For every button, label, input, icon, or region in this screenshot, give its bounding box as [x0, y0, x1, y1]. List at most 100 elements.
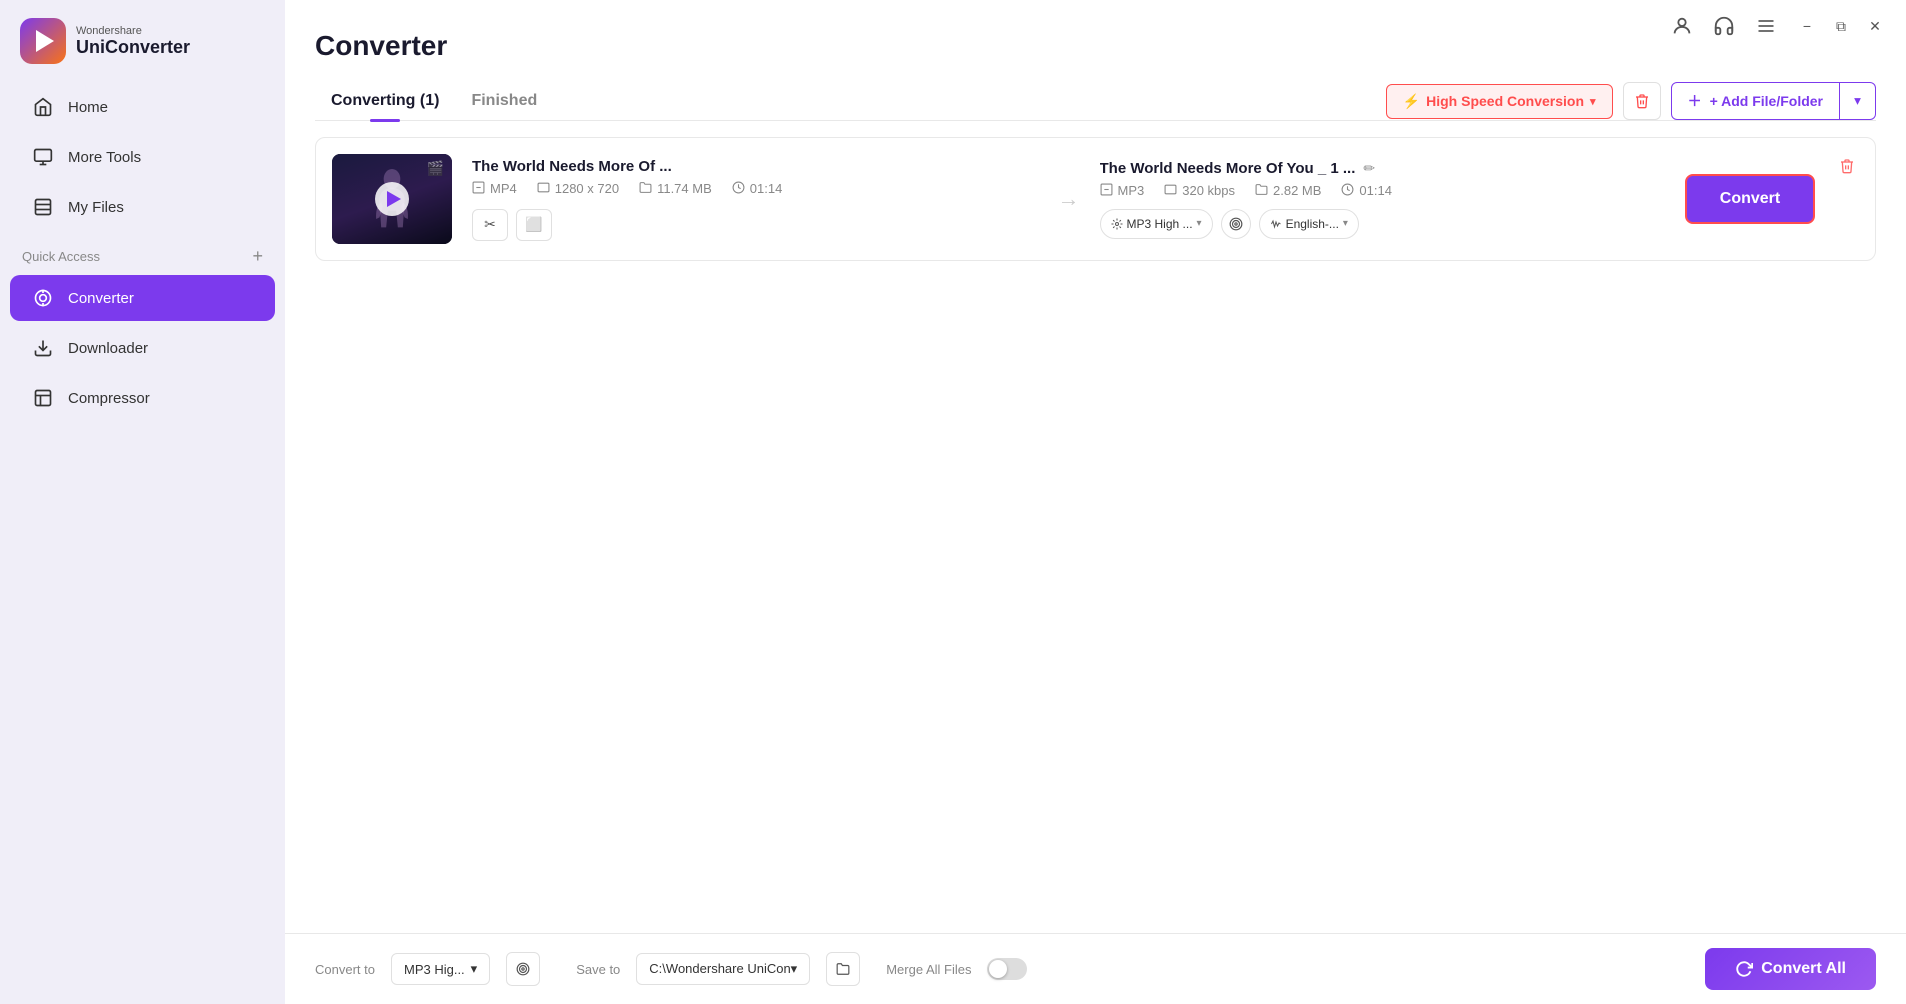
- source-format: MP4: [490, 181, 517, 196]
- bottom-bar: Convert to MP3 Hig... ▾ Save to C:\Wonde…: [285, 933, 1906, 1004]
- sidebar: Wondershare UniConverter Home More Tools: [0, 0, 285, 1004]
- sidebar-item-more-tools[interactable]: More Tools: [10, 134, 275, 180]
- sidebar-item-home[interactable]: Home: [10, 84, 275, 130]
- convert-all-button[interactable]: Convert All: [1705, 948, 1876, 990]
- bitrate-icon: [1164, 183, 1177, 199]
- copy-button[interactable]: ⬜: [516, 209, 552, 241]
- output-bitrate: 320 kbps: [1182, 183, 1235, 198]
- file-output-info: The World Needs More Of You _ 1 ... ✏ MP…: [1100, 160, 1666, 239]
- source-size: 11.74 MB: [657, 181, 712, 196]
- convert-button[interactable]: Convert: [1685, 174, 1815, 224]
- sidebar-item-my-files[interactable]: My Files: [10, 184, 275, 230]
- target-settings-button[interactable]: [1221, 209, 1251, 239]
- output-filename: The World Needs More Of You _ 1 ...: [1100, 160, 1356, 177]
- output-size-item: 2.82 MB: [1255, 183, 1321, 199]
- tabs-actions: ⚡ High Speed Conversion ▾ ＋ + Add F: [1386, 82, 1876, 120]
- output-settings: MP3 High ... ▾ Engli: [1100, 209, 1666, 239]
- high-speed-button[interactable]: ⚡ High Speed Conversion ▾: [1386, 84, 1613, 119]
- logo-text: Wondershare UniConverter: [76, 25, 190, 58]
- sidebar-item-converter[interactable]: Converter: [10, 275, 275, 321]
- sidebar-item-home-label: Home: [68, 99, 108, 116]
- restore-button[interactable]: ⧉: [1826, 11, 1856, 41]
- output-duration-item: 01:14: [1341, 183, 1392, 199]
- source-duration: 01:14: [750, 181, 783, 196]
- titlebar: − ⧉ ✕: [1650, 0, 1906, 52]
- output-format-item: MP3: [1100, 183, 1145, 199]
- quality-chevron-icon: ▾: [1197, 218, 1202, 229]
- tabs-row: Converting (1) Finished ⚡ High Speed Con…: [315, 82, 1876, 120]
- target-icon: [1229, 217, 1243, 231]
- sidebar-item-my-files-label: My Files: [68, 199, 124, 216]
- convert-to-label: Convert to: [315, 962, 375, 977]
- sidebar-item-downloader[interactable]: Downloader: [10, 325, 275, 371]
- window-controls: − ⧉ ✕: [1792, 11, 1890, 41]
- output-meta: MP3 320 kbps 2.82 MB: [1100, 183, 1666, 199]
- downloader-icon: [32, 337, 54, 359]
- language-label: English-...: [1286, 217, 1339, 231]
- output-size: 2.82 MB: [1273, 183, 1321, 198]
- folder-browse-button[interactable]: [826, 952, 860, 986]
- high-speed-label: High Speed Conversion: [1426, 93, 1584, 109]
- logo-name: UniConverter: [76, 37, 190, 58]
- compressor-icon: [32, 387, 54, 409]
- sidebar-item-converter-label: Converter: [68, 290, 134, 307]
- source-meta: MP4 1280 x 720 11.74 MB: [472, 181, 1038, 197]
- output-format: MP3: [1118, 183, 1145, 198]
- cut-button[interactable]: ✂: [472, 209, 508, 241]
- page-title: Converter: [315, 30, 1876, 62]
- format-icon: [472, 181, 485, 197]
- quick-access-add-btn[interactable]: +: [252, 246, 263, 267]
- file-card: 🎬 The World Needs More Of ... MP4: [315, 137, 1876, 261]
- source-resolution: 1280 x 720: [555, 181, 619, 196]
- play-button[interactable]: [375, 182, 409, 216]
- quality-dropdown[interactable]: MP3 High ... ▾: [1100, 209, 1213, 239]
- merge-toggle[interactable]: [987, 958, 1027, 980]
- target-icon-bottom: [516, 962, 530, 976]
- app-logo-icon: [20, 18, 66, 64]
- menu-button[interactable]: [1750, 10, 1782, 42]
- waveform-icon: [1270, 218, 1282, 230]
- clock-icon: [732, 181, 745, 197]
- file-thumbnail[interactable]: 🎬: [332, 154, 452, 244]
- add-file-chevron-icon: ▾: [1854, 93, 1861, 109]
- language-dropdown[interactable]: English-... ▾: [1259, 209, 1359, 239]
- source-format-item: MP4: [472, 181, 517, 197]
- copy-icon: ⬜: [525, 216, 542, 233]
- sidebar-item-compressor-label: Compressor: [68, 390, 150, 407]
- profile-button[interactable]: [1666, 10, 1698, 42]
- edit-filename-icon[interactable]: ✏: [1363, 160, 1375, 177]
- support-button[interactable]: [1708, 10, 1740, 42]
- tab-converting[interactable]: Converting (1): [315, 82, 455, 120]
- format-chevron-icon: ▾: [471, 961, 478, 977]
- save-path-value: C:\Wondershare UniCon▾: [649, 961, 797, 977]
- add-icon: ＋: [1688, 91, 1702, 111]
- format-settings-button[interactable]: [506, 952, 540, 986]
- converter-icon: [32, 287, 54, 309]
- delete-card-button[interactable]: [1835, 154, 1859, 183]
- minimize-button[interactable]: −: [1792, 11, 1822, 41]
- quality-icon: [1111, 218, 1123, 230]
- logo-area: Wondershare UniConverter: [0, 0, 285, 82]
- quick-access-label: Quick Access: [22, 249, 100, 264]
- tab-finished[interactable]: Finished: [455, 82, 553, 120]
- language-chevron-icon: ▾: [1343, 218, 1348, 229]
- delete-all-button[interactable]: [1623, 82, 1661, 120]
- merge-label: Merge All Files: [886, 962, 971, 977]
- output-format-icon: [1100, 183, 1113, 199]
- output-duration: 01:14: [1359, 183, 1392, 198]
- save-path-select[interactable]: C:\Wondershare UniCon▾: [636, 953, 810, 985]
- folder-icon: [639, 181, 652, 197]
- monitor-icon: [32, 146, 54, 168]
- format-select[interactable]: MP3 Hig... ▾: [391, 953, 490, 985]
- cut-icon: ✂: [484, 216, 496, 233]
- output-folder-icon: [1255, 183, 1268, 199]
- format-value: MP3 Hig...: [404, 962, 465, 977]
- close-button[interactable]: ✕: [1860, 11, 1890, 41]
- file-action-buttons: ✂ ⬜: [472, 209, 1038, 241]
- add-file-button[interactable]: ＋ + Add File/Folder: [1671, 82, 1840, 120]
- resolution-icon: [537, 181, 550, 197]
- film-icon: 🎬: [427, 160, 444, 177]
- sidebar-item-compressor[interactable]: Compressor: [10, 375, 275, 421]
- add-file-dropdown-button[interactable]: ▾: [1840, 82, 1876, 120]
- convert-all-label: Convert All: [1761, 960, 1846, 978]
